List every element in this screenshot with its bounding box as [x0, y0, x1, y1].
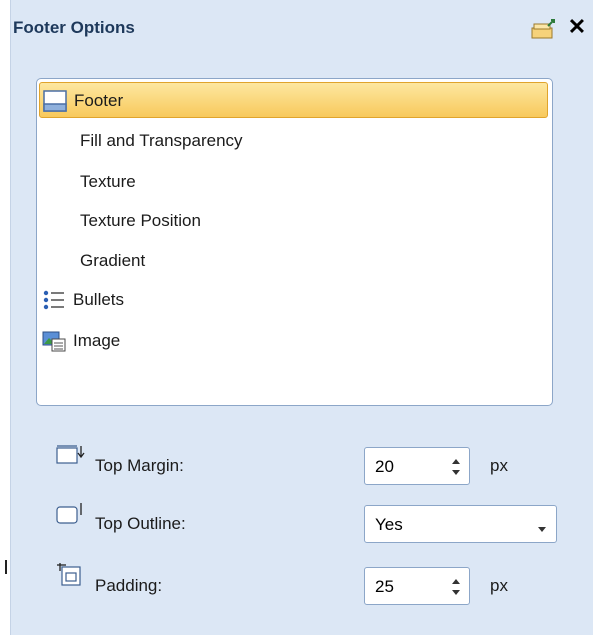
- panel-title: Footer Options: [13, 18, 135, 37]
- list-item-texture-position[interactable]: Texture Position: [39, 203, 548, 239]
- spinner-arrows-icon[interactable]: [449, 453, 463, 481]
- top-outline-value: Yes: [375, 515, 403, 534]
- list-item-label: Fill and Transparency: [80, 131, 243, 150]
- list-item-bullets[interactable]: Bullets: [39, 282, 548, 318]
- padding-label: Padding:: [95, 576, 163, 595]
- list-item-image[interactable]: Image: [39, 323, 548, 359]
- list-item-footer[interactable]: Footer: [39, 82, 548, 118]
- list-item-texture[interactable]: Texture: [39, 164, 548, 200]
- chevron-down-icon[interactable]: [537, 521, 547, 532]
- padding-value: 25: [375, 577, 394, 596]
- top-margin-unit: px: [490, 456, 508, 475]
- list-item-label: Footer: [74, 91, 124, 110]
- top-margin-icon: [56, 442, 86, 468]
- padding-spinner[interactable]: 25: [364, 567, 470, 605]
- bullets-icon: [42, 289, 66, 311]
- list-item-fill-and-transparency[interactable]: Fill and Transparency: [39, 123, 548, 159]
- pin-icon[interactable]: [530, 16, 560, 42]
- spinner-arrows-icon[interactable]: [449, 573, 463, 601]
- list-item-label: Bullets: [73, 290, 125, 309]
- window-edge-mark: [5, 560, 7, 574]
- top-outline-select[interactable]: Yes: [364, 505, 557, 543]
- list-item-label: Texture: [80, 172, 136, 191]
- close-icon[interactable]: ✕: [566, 14, 588, 40]
- footer-options-panel: Footer Options ✕ Footer Fill and Transpa…: [10, 0, 593, 635]
- footer-icon: [43, 90, 67, 112]
- top-outline-label: Top Outline:: [95, 514, 186, 533]
- padding-icon: [56, 561, 86, 587]
- image-icon: [42, 330, 66, 352]
- top-margin-spinner[interactable]: 20: [364, 447, 470, 485]
- options-list[interactable]: Footer Fill and Transparency Texture Tex…: [36, 78, 553, 406]
- list-item-label: Gradient: [80, 251, 146, 270]
- list-item-gradient[interactable]: Gradient: [39, 243, 548, 279]
- padding-unit: px: [490, 576, 508, 595]
- top-margin-value: 20: [375, 457, 394, 476]
- top-margin-label: Top Margin:: [95, 456, 184, 475]
- list-item-label: Texture Position: [80, 211, 201, 230]
- top-outline-icon: [56, 501, 86, 527]
- list-item-label: Image: [73, 331, 121, 350]
